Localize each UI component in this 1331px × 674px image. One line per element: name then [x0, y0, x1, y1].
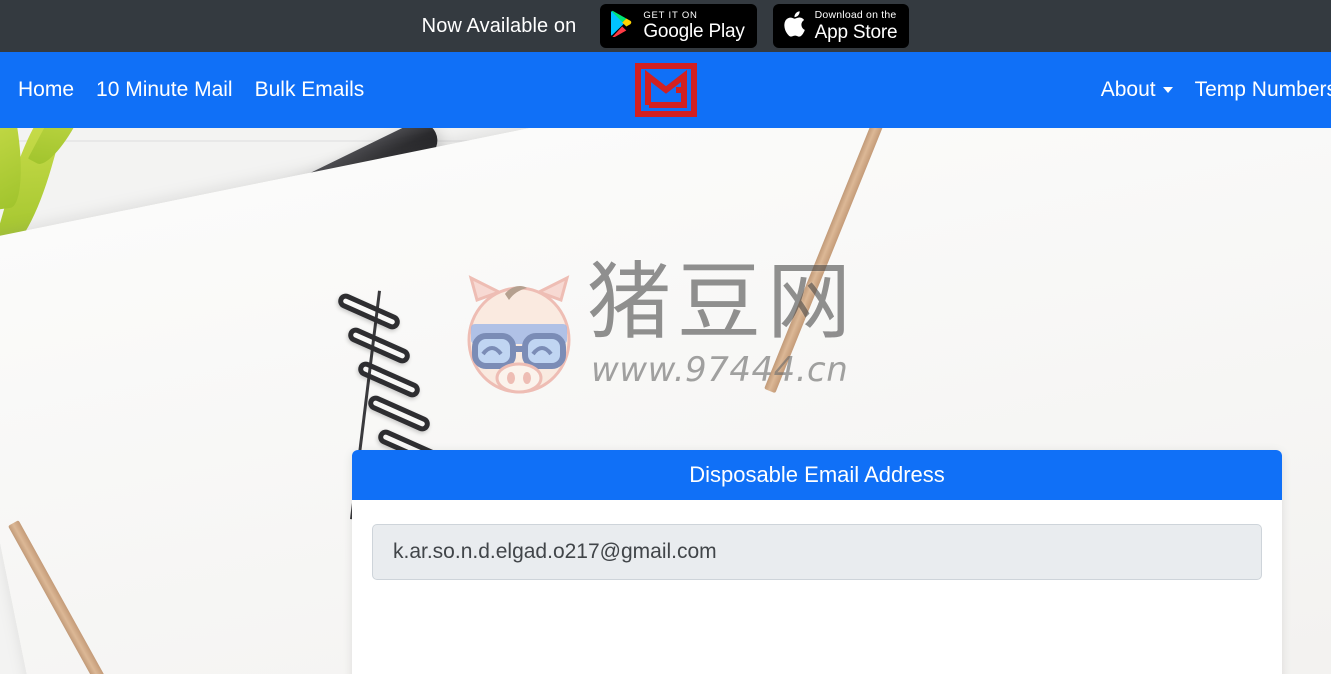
- nav-about[interactable]: About: [1101, 78, 1173, 102]
- nav-home[interactable]: Home: [18, 78, 74, 102]
- site-logo[interactable]: [634, 57, 697, 123]
- apple-icon: [783, 10, 806, 43]
- promo-text: Now Available on: [421, 14, 577, 37]
- main-navigation-bar: Home 10 Minute Mail Bulk Emails About Te…: [0, 52, 1331, 128]
- nav-10-minute-mail[interactable]: 10 Minute Mail: [96, 78, 233, 102]
- google-play-badge-small: GET IT ON: [643, 9, 698, 21]
- google-play-icon: [610, 10, 634, 42]
- top-promo-bar: Now Available on GET IT ON Google Play D…: [0, 0, 1331, 52]
- card-body: [352, 500, 1282, 674]
- hero-background-photo: 猪豆网 www.97444.cn Disposable Email Addres…: [0, 128, 1331, 674]
- google-play-badge[interactable]: GET IT ON Google Play: [600, 4, 757, 48]
- card-title: Disposable Email Address: [689, 462, 945, 487]
- nav-temp-numbers[interactable]: Temp Numbers: [1195, 78, 1331, 102]
- chevron-down-icon: [1162, 87, 1173, 93]
- app-store-badge[interactable]: Download on the App Store: [772, 4, 910, 48]
- nav-about-label: About: [1100, 78, 1156, 101]
- email-address-input[interactable]: [372, 524, 1262, 580]
- google-play-badge-label: Google Play: [643, 21, 745, 43]
- nav-bulk-emails[interactable]: Bulk Emails: [255, 78, 365, 102]
- card-header: Disposable Email Address: [352, 450, 1282, 500]
- nav-right-group: About Temp Numbers: [1101, 52, 1331, 128]
- app-store-badge-small: Download on the: [814, 9, 897, 22]
- nav-left-group: Home 10 Minute Mail Bulk Emails: [18, 78, 364, 102]
- app-store-badge-label: App Store: [814, 21, 898, 43]
- disposable-email-card: Disposable Email Address: [352, 450, 1282, 674]
